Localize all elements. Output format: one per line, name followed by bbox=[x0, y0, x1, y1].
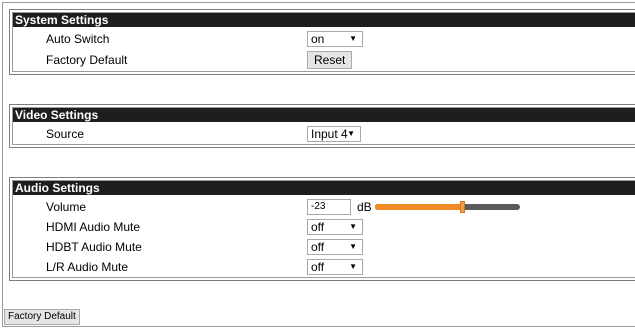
hdbt-audio-mute-label: HDBT Audio Mute bbox=[46, 240, 142, 254]
system-settings-header: System Settings bbox=[13, 13, 635, 27]
factory-default-label: Factory Default bbox=[46, 53, 128, 67]
volume-slider-fill bbox=[375, 204, 462, 210]
source-row: Source Input 4 ▼ bbox=[13, 125, 635, 145]
audio-settings-inner: Audio Settings Volume -23 dB HDMI Audio … bbox=[12, 180, 635, 278]
auto-switch-row: Auto Switch on ▼ bbox=[13, 30, 635, 50]
chevron-down-icon: ▼ bbox=[349, 34, 357, 43]
source-select[interactable]: Input 4 ▼ bbox=[307, 126, 361, 142]
hdmi-audio-mute-row: HDMI Audio Mute off ▼ bbox=[13, 218, 635, 238]
source-value: Input 4 bbox=[311, 127, 348, 141]
audio-settings-header: Audio Settings bbox=[13, 181, 635, 195]
lr-audio-mute-select[interactable]: off ▼ bbox=[307, 259, 363, 275]
volume-slider[interactable] bbox=[375, 201, 520, 213]
lr-audio-mute-label: L/R Audio Mute bbox=[46, 260, 129, 274]
audio-settings-panel: Audio Settings Volume -23 dB HDMI Audio … bbox=[9, 177, 635, 281]
lr-audio-mute-row: L/R Audio Mute off ▼ bbox=[13, 258, 635, 278]
hdbt-audio-mute-value: off bbox=[311, 240, 325, 254]
chevron-down-icon: ▼ bbox=[349, 222, 357, 231]
auto-switch-label: Auto Switch bbox=[46, 32, 110, 46]
reset-button[interactable]: Reset bbox=[307, 51, 353, 69]
volume-row: Volume -23 dB bbox=[13, 198, 635, 218]
hdmi-audio-mute-label: HDMI Audio Mute bbox=[46, 220, 141, 234]
video-settings-panel: Video Settings Source Input 4 ▼ bbox=[9, 104, 635, 148]
volume-slider-thumb[interactable] bbox=[460, 201, 465, 213]
factory-default-row: Factory Default Reset bbox=[13, 51, 635, 71]
source-label: Source bbox=[46, 127, 85, 141]
lr-audio-mute-value: off bbox=[311, 260, 325, 274]
video-settings-inner: Video Settings Source Input 4 ▼ bbox=[12, 107, 635, 145]
volume-unit: dB bbox=[357, 200, 372, 214]
hdmi-audio-mute-select[interactable]: off ▼ bbox=[307, 219, 363, 235]
system-settings-inner: System Settings Auto Switch on ▼ Factory… bbox=[12, 12, 635, 72]
chevron-down-icon: ▼ bbox=[349, 242, 357, 251]
chevron-down-icon: ▼ bbox=[349, 262, 357, 271]
hdbt-audio-mute-select[interactable]: off ▼ bbox=[307, 239, 363, 255]
auto-switch-select[interactable]: on ▼ bbox=[307, 31, 363, 47]
video-settings-header: Video Settings bbox=[13, 108, 635, 122]
chevron-down-icon: ▼ bbox=[347, 129, 355, 138]
auto-switch-value: on bbox=[311, 32, 325, 46]
volume-label: Volume bbox=[46, 200, 87, 214]
factory-default-button[interactable]: Factory Default bbox=[4, 309, 80, 325]
hdmi-audio-mute-value: off bbox=[311, 220, 325, 234]
volume-input[interactable]: -23 bbox=[307, 199, 351, 215]
system-settings-panel: System Settings Auto Switch on ▼ Factory… bbox=[9, 9, 635, 75]
hdbt-audio-mute-row: HDBT Audio Mute off ▼ bbox=[13, 238, 635, 258]
